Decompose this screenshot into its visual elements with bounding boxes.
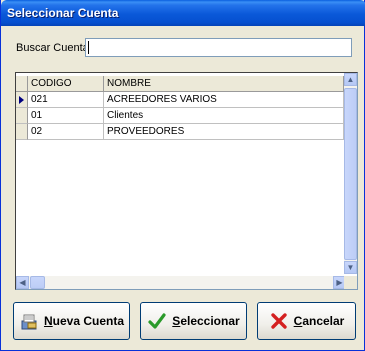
column-header-nombre[interactable]: NOMBRE (104, 76, 344, 92)
cell-codigo[interactable]: 02 (28, 124, 104, 140)
new-account-button[interactable]: Nueva Cuenta (13, 302, 130, 340)
row-indicator (16, 108, 28, 124)
text-caret (88, 41, 89, 54)
select-button[interactable]: Seleccionar (140, 302, 247, 340)
dialog-window: Seleccionar Cuenta Buscar Cuenta: CODIGO… (0, 0, 365, 351)
title-bar[interactable]: Seleccionar Cuenta (1, 0, 365, 26)
grid-header: CODIGO NOMBRE (16, 76, 344, 92)
current-row-arrow-icon (19, 96, 24, 104)
scroll-left-icon[interactable]: ◀ (16, 276, 29, 289)
scroll-up-icon[interactable]: ▲ (344, 73, 357, 86)
cancel-button[interactable]: Cancelar (257, 302, 356, 340)
row-indicator (16, 92, 28, 108)
row-indicator (16, 124, 28, 140)
accounts-grid[interactable]: CODIGO NOMBRE 021 ACREEDORES VARIOS 01 C… (15, 72, 358, 290)
cell-codigo[interactable]: 021 (28, 92, 104, 108)
cell-codigo[interactable]: 01 (28, 108, 104, 124)
scrollbar-corner (344, 276, 357, 289)
search-label: Buscar Cuenta: (16, 42, 92, 54)
search-input[interactable] (85, 38, 352, 57)
horizontal-scrollbar[interactable]: ◀ ▶ (16, 276, 346, 289)
cell-nombre[interactable]: ACREEDORES VARIOS (104, 92, 344, 108)
horizontal-scroll-thumb[interactable] (30, 276, 45, 289)
red-x-icon (270, 313, 287, 329)
table-row[interactable]: 02 PROVEEDORES (16, 124, 344, 140)
cell-nombre[interactable]: PROVEEDORES (104, 124, 344, 140)
select-label: eleccionar (180, 314, 240, 328)
cell-nombre[interactable]: Clientes (104, 108, 344, 124)
new-account-icon (21, 314, 37, 330)
window-title: Seleccionar Cuenta (7, 6, 119, 20)
table-row[interactable]: 021 ACREEDORES VARIOS (16, 92, 344, 108)
cancel-accel: C (293, 314, 303, 328)
new-account-label: ueva Cuenta (52, 314, 125, 328)
vertical-scroll-thumb[interactable] (344, 88, 357, 260)
new-account-accel: N (43, 314, 53, 328)
checkmark-icon (148, 313, 166, 329)
header-indicator-cell (16, 76, 28, 92)
column-header-codigo[interactable]: CODIGO (28, 76, 104, 92)
cancel-label: ancelar (302, 314, 345, 328)
vertical-scrollbar[interactable]: ▲ ▼ (344, 73, 357, 274)
table-row[interactable]: 01 Clientes (16, 108, 344, 124)
scroll-down-icon[interactable]: ▼ (344, 261, 357, 274)
